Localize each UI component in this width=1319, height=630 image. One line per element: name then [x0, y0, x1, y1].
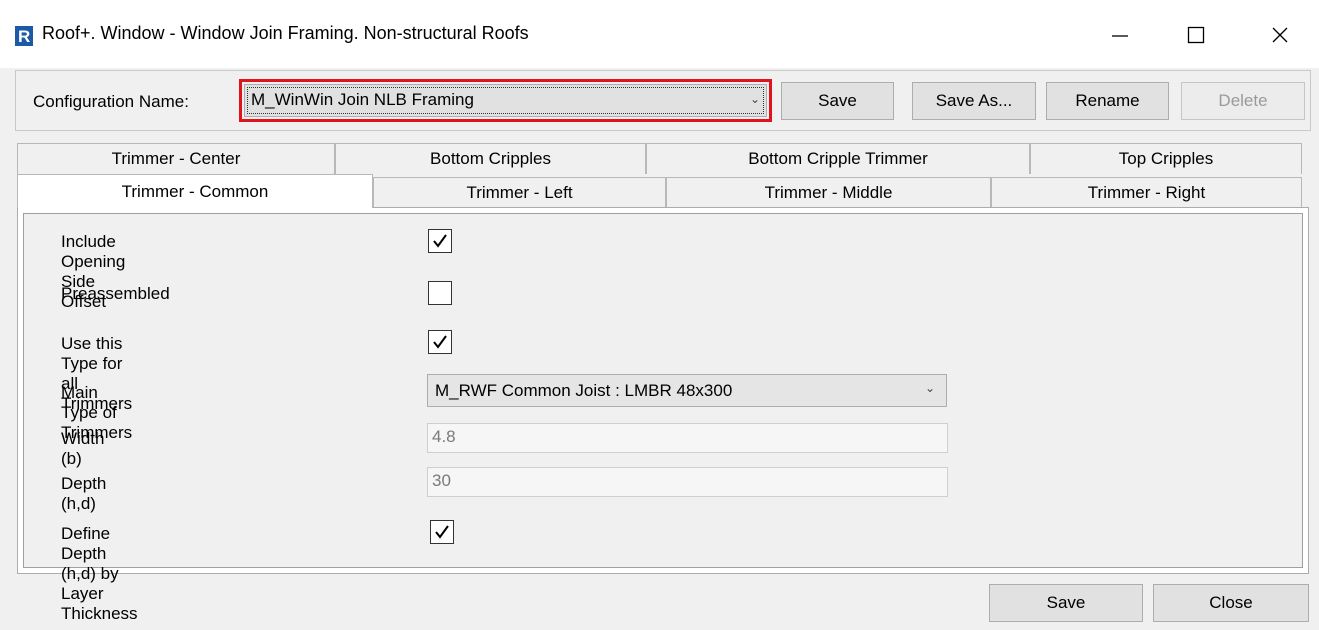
tab-trimmer-left[interactable]: Trimmer - Left: [373, 177, 666, 208]
configuration-name-select[interactable]: M_WinWin Join NLB Framing ⌄: [244, 84, 767, 117]
minimize-button[interactable]: [1092, 14, 1148, 56]
width-field[interactable]: 4.8: [427, 423, 948, 453]
close-window-button[interactable]: [1252, 14, 1308, 56]
configuration-name-value: M_WinWin Join NLB Framing: [251, 90, 474, 109]
include-opening-side-offset-checkbox[interactable]: [428, 229, 452, 253]
depth-field[interactable]: 30: [427, 467, 948, 497]
revit-r-icon: R: [15, 26, 33, 46]
tab-top-cripples[interactable]: Top Cripples: [1030, 143, 1302, 174]
close-button[interactable]: Close: [1153, 584, 1309, 622]
main-type-of-trimmers-select[interactable]: M_RWF Common Joist : LMBR 48x300 ⌄: [427, 374, 947, 407]
configuration-name-label: Configuration Name:: [33, 92, 189, 111]
save-button[interactable]: Save: [989, 584, 1143, 622]
use-type-for-all-trimmers-checkbox[interactable]: [428, 330, 452, 354]
define-depth-by-layer-thickness-label: Define Depth (h,d) by Layer Thickness: [61, 524, 138, 623]
config-save-button[interactable]: Save: [781, 82, 894, 120]
dialog-window: R Roof+. Window - Window Join Framing. N…: [0, 0, 1319, 630]
config-delete-button[interactable]: Delete: [1181, 82, 1305, 120]
checkmark-icon: [433, 234, 447, 248]
tab-trimmer-common[interactable]: Trimmer - Common: [17, 174, 373, 208]
checkmark-icon: [435, 525, 449, 539]
config-save-as-button[interactable]: Save As...: [912, 82, 1036, 120]
depth-label: Depth (h,d): [61, 474, 107, 513]
window-title: Roof+. Window - Window Join Framing. Non…: [42, 23, 529, 43]
close-icon: [1272, 27, 1288, 43]
tab-bottom-cripples[interactable]: Bottom Cripples: [335, 143, 646, 174]
checkmark-icon: [433, 335, 447, 349]
width-label: Width (b): [61, 429, 105, 468]
define-depth-by-layer-thickness-checkbox[interactable]: [430, 520, 454, 544]
tab-trimmer-center[interactable]: Trimmer - Center: [17, 143, 335, 174]
tab-bottom-cripple-trimmer[interactable]: Bottom Cripple Trimmer: [646, 143, 1030, 174]
preassembled-checkbox[interactable]: [428, 281, 452, 305]
tab-trimmer-middle[interactable]: Trimmer - Middle: [666, 177, 991, 208]
chevron-down-icon: ⌄: [925, 381, 936, 395]
title-bar: R Roof+. Window - Window Join Framing. N…: [0, 0, 1319, 68]
maximize-icon: [1187, 26, 1205, 44]
minimize-icon: [1112, 35, 1128, 37]
tab-trimmer-right[interactable]: Trimmer - Right: [991, 177, 1302, 208]
preassembled-label: Preassembled: [61, 284, 170, 303]
svg-text:R: R: [18, 27, 30, 46]
config-rename-button[interactable]: Rename: [1046, 82, 1169, 120]
main-type-of-trimmers-value: M_RWF Common Joist : LMBR 48x300: [435, 381, 733, 400]
maximize-button[interactable]: [1168, 14, 1224, 56]
chevron-down-icon: ⌄: [750, 92, 761, 106]
